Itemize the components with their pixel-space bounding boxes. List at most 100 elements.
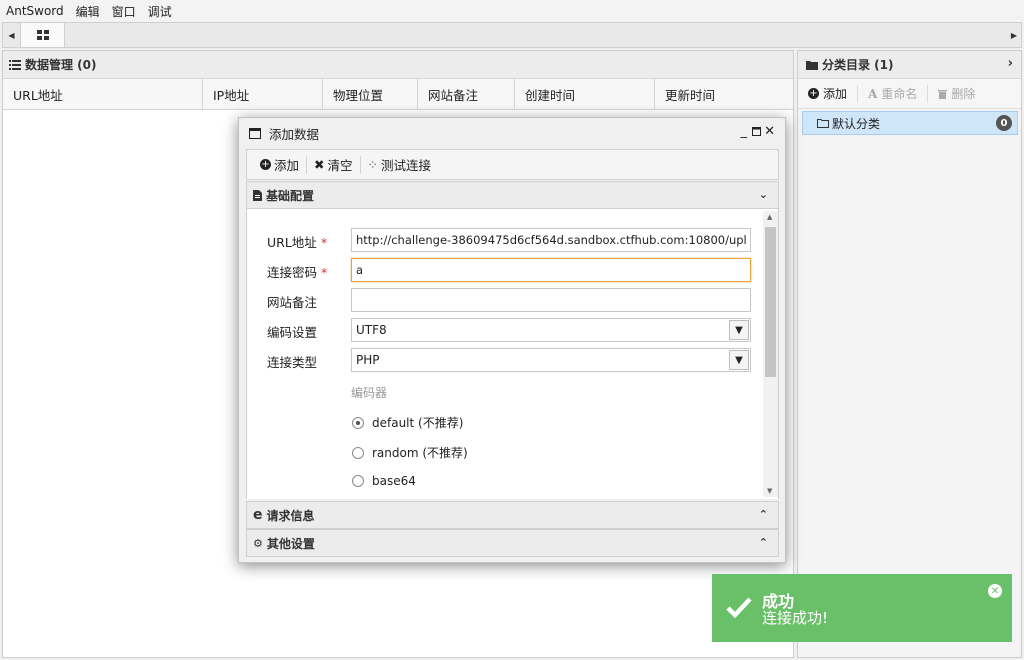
- ie-icon: e: [253, 507, 263, 523]
- add-data-dialog: 添加数据 _ ✕ + 添加 ✖ 清空 ⁘ 测试连接 基础配置 ⌄ URL地址 * …: [238, 117, 786, 563]
- note-label: 网站备注: [267, 295, 318, 310]
- scroll-down-icon[interactable]: ▼: [767, 487, 772, 495]
- font-icon: A: [868, 86, 878, 101]
- maximize-icon[interactable]: [752, 125, 761, 140]
- dialog-test-label: 测试连接: [381, 158, 432, 173]
- dialog-add-button[interactable]: + 添加: [253, 155, 308, 174]
- column-ip[interactable]: IP地址: [203, 79, 323, 110]
- category-delete-label: 删除: [951, 87, 976, 101]
- cogs-icon: ⚙: [253, 536, 263, 550]
- category-delete-button[interactable]: 删除: [928, 85, 985, 103]
- scroll-up-icon[interactable]: ▲: [767, 213, 772, 221]
- dialog-clear-label: 清空: [327, 158, 353, 173]
- encoder-base64-label: base64: [372, 474, 416, 488]
- type-select[interactable]: PHP ▼: [351, 348, 751, 372]
- dialog-titlebar[interactable]: 添加数据 _ ✕: [239, 118, 785, 148]
- close-icon[interactable]: ✕: [988, 584, 1002, 598]
- grid-header: URL地址 IP地址 物理位置 网站备注 创建时间 更新时间: [3, 79, 793, 110]
- section-request-header[interactable]: e 请求信息 ⌃: [246, 501, 779, 529]
- column-url[interactable]: URL地址: [3, 79, 203, 110]
- form-scrollbar[interactable]: ▲ ▼: [763, 211, 778, 497]
- radio-selected-icon: [352, 416, 364, 429]
- tab-scroll-right-icon[interactable]: ▶: [1007, 23, 1021, 47]
- plus-circle-icon: +: [808, 87, 819, 99]
- success-toast: 成功 连接成功! ✕: [712, 574, 1012, 642]
- times-icon: ✖: [314, 157, 325, 172]
- encoder-option-default[interactable]: default (不推荐): [352, 414, 463, 431]
- chevron-down-icon: ▼: [729, 350, 749, 370]
- toast-message: 连接成功!: [762, 609, 829, 627]
- dialog-title: 添加数据: [269, 126, 320, 142]
- encoder-random-label: random (不推荐): [372, 446, 468, 460]
- menubar: AntSword 编辑 窗口 调试: [0, 0, 1024, 22]
- section-other-header[interactable]: ⚙ 其他设置 ⌃: [246, 529, 779, 557]
- category-item-default[interactable]: 默认分类 0: [802, 111, 1018, 135]
- dialog-test-button[interactable]: ⁘ 测试连接: [361, 156, 439, 174]
- chevron-up-icon: ⌃: [758, 508, 768, 521]
- encoding-select[interactable]: UTF8 ▼: [351, 318, 751, 342]
- plus-circle-icon: +: [260, 158, 271, 170]
- menu-antsword[interactable]: AntSword: [0, 4, 70, 18]
- list-icon: [9, 59, 21, 70]
- dialog-add-label: 添加: [274, 158, 300, 173]
- tab-home[interactable]: [21, 23, 65, 47]
- chevron-right-icon[interactable]: ›: [1008, 56, 1013, 71]
- dialog-clear-button[interactable]: ✖ 清空: [307, 155, 361, 174]
- file-icon: [253, 189, 262, 201]
- dialog-toolbar: + 添加 ✖ 清空 ⁘ 测试连接: [246, 149, 779, 180]
- trash-icon: [938, 89, 948, 99]
- category-panel-title: 分类目录 (1): [822, 58, 894, 72]
- radio-icon: [352, 446, 364, 459]
- category-add-label: 添加: [823, 87, 848, 101]
- section-request-title: 请求信息: [266, 508, 315, 523]
- folder-icon: [806, 60, 818, 70]
- column-updated[interactable]: 更新时间: [655, 79, 793, 110]
- section-basic-header[interactable]: 基础配置 ⌄: [246, 181, 779, 209]
- basic-config-form: URL地址* 连接密码* 网站备注 编码设置 UTF8 ▼ 连接类型 PHP ▼…: [246, 209, 779, 499]
- scrollbar-thumb[interactable]: [765, 227, 776, 377]
- url-input[interactable]: [351, 228, 751, 252]
- chevron-down-icon: ▼: [729, 320, 749, 340]
- password-label: 连接密码 *: [267, 265, 328, 280]
- url-label: URL地址 *: [267, 235, 328, 250]
- section-basic-title: 基础配置: [266, 188, 315, 203]
- minimize-icon[interactable]: _: [741, 124, 748, 139]
- chevron-down-icon: ⌄: [758, 188, 768, 201]
- radio-icon: [352, 475, 364, 487]
- check-icon: [726, 597, 752, 618]
- encoding-value: UTF8: [356, 323, 387, 337]
- category-panel: 分类目录 (1) › + 添加 A 重命名 删除 默认分类 0: [797, 50, 1022, 658]
- spinner-icon: ⁘: [367, 157, 378, 172]
- encoder-option-base64[interactable]: base64: [352, 474, 416, 488]
- category-rename-button[interactable]: A 重命名: [858, 84, 929, 103]
- type-label: 连接类型: [267, 355, 318, 370]
- type-value: PHP: [356, 353, 380, 367]
- menu-debug[interactable]: 调试: [142, 3, 178, 20]
- data-panel-header: 数据管理 (0): [3, 51, 793, 79]
- window-icon: [249, 127, 261, 139]
- tab-scroll-left-icon[interactable]: ◀: [3, 23, 21, 47]
- encoder-label: 编码器: [351, 386, 388, 400]
- encoder-default-label: default (不推荐): [372, 416, 464, 430]
- category-count-badge: 0: [996, 115, 1012, 131]
- note-input[interactable]: [351, 288, 751, 312]
- category-panel-header: 分类目录 (1) ›: [798, 51, 1021, 79]
- encoder-option-random[interactable]: random (不推荐): [352, 444, 468, 461]
- category-toolbar: + 添加 A 重命名 删除: [798, 79, 1021, 109]
- folder-outline-icon: [817, 119, 829, 128]
- encoding-label: 编码设置: [267, 325, 318, 340]
- close-icon[interactable]: ✕: [764, 124, 775, 139]
- category-item-label: 默认分类: [832, 116, 881, 131]
- tab-bar: ◀ ▶: [2, 22, 1022, 48]
- section-other-title: 其他设置: [266, 536, 315, 551]
- grid-icon: [36, 30, 49, 40]
- column-note[interactable]: 网站备注: [418, 79, 515, 110]
- chevron-up-icon: ⌃: [758, 536, 768, 549]
- data-panel-title: 数据管理 (0): [25, 58, 97, 72]
- menu-window[interactable]: 窗口: [106, 3, 142, 20]
- menu-edit[interactable]: 编辑: [70, 3, 106, 20]
- password-input[interactable]: [351, 258, 751, 282]
- column-created[interactable]: 创建时间: [515, 79, 655, 110]
- column-location[interactable]: 物理位置: [323, 79, 418, 110]
- category-add-button[interactable]: + 添加: [798, 84, 859, 103]
